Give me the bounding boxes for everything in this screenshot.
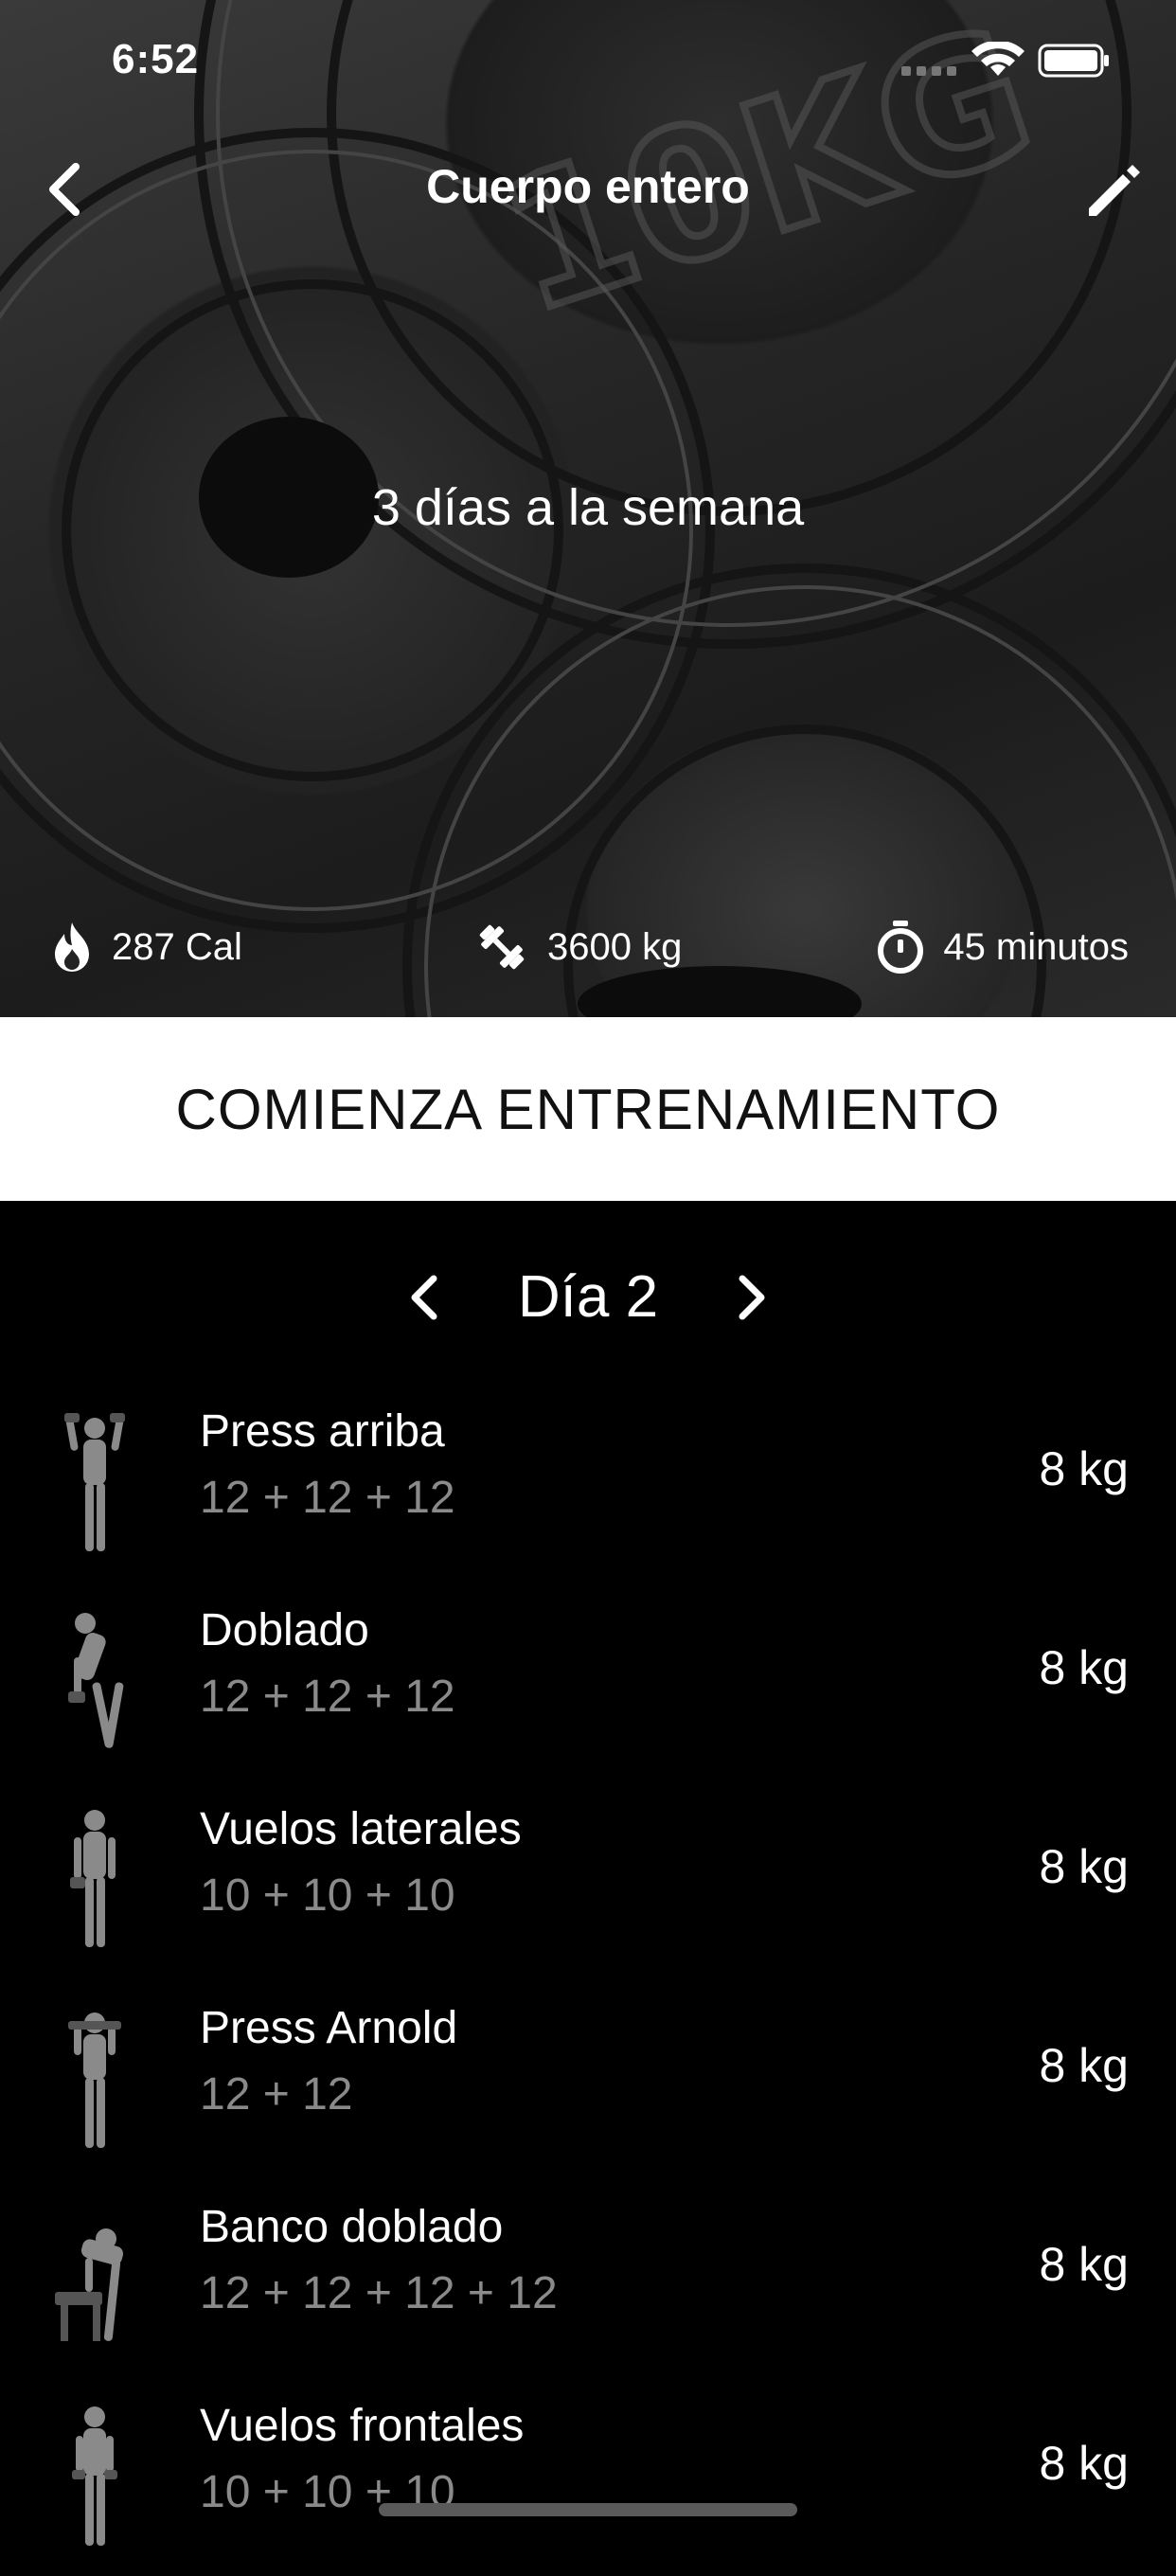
- exercise-name: Vuelos frontales: [200, 2401, 525, 2451]
- exercise-sets: 12 + 12: [200, 2069, 353, 2120]
- duration-value: 45 minutos: [943, 925, 1129, 968]
- hero-header: 10KG 6:52 Cuerpo entero 3 días a la sema…: [0, 0, 1176, 1017]
- calories-value: 287 Cal: [112, 925, 242, 968]
- exercise-sets: 12 + 12 + 12: [200, 1672, 455, 1722]
- status-bar: 6:52: [0, 0, 1176, 123]
- exercise-figure-icon: [72, 2406, 117, 2546]
- exercise-figure-icon: [55, 2228, 124, 2341]
- exercise-list: Press arriba 12 + 12 + 12 8 kg Doblado 1…: [0, 1383, 1176, 2576]
- next-day-button[interactable]: [723, 1261, 780, 1333]
- exercise-sets: 12 + 12 + 12: [200, 1473, 455, 1523]
- status-icons: [901, 40, 1110, 84]
- start-workout-button[interactable]: COMIENZA ENTRENAMIENTO: [0, 1017, 1176, 1201]
- total-weight-stat: 3600 kg: [473, 914, 682, 980]
- schedule-subtitle: 3 días a la semana: [371, 479, 805, 536]
- dumbbell-icon: [479, 924, 525, 970]
- exercise-sets: 10 + 10 + 10: [200, 1870, 455, 1921]
- list-item[interactable]: Banco doblado 12 + 12 + 12 + 12 8 kg: [0, 2178, 1176, 2377]
- exercise-weight: 8 kg: [1039, 1840, 1129, 1893]
- home-indicator[interactable]: [379, 2503, 797, 2516]
- day-selector: Día 2: [0, 1250, 1176, 1345]
- list-item[interactable]: Vuelos laterales 10 + 10 + 10 8 kg: [0, 1780, 1176, 1979]
- wifi-icon: [971, 40, 1025, 76]
- flame-icon: [55, 922, 89, 972]
- exercise-figure-icon: [68, 1613, 124, 1748]
- list-item[interactable]: Doblado 12 + 12 + 12 8 kg: [0, 1582, 1176, 1780]
- exercise-weight: 8 kg: [1039, 1641, 1129, 1694]
- stopwatch-icon: [878, 921, 924, 974]
- exercise-name: Banco doblado: [200, 2202, 504, 2252]
- current-day-label: Día 2: [517, 1264, 659, 1330]
- list-item[interactable]: Vuelos frontales 10 + 10 + 10 8 kg: [0, 2377, 1176, 2576]
- exercise-weight: 8 kg: [1039, 1442, 1129, 1495]
- duration-stat: 45 minutos: [875, 914, 1129, 980]
- pencil-icon: [1089, 165, 1140, 216]
- total-weight-value: 3600 kg: [547, 925, 683, 968]
- exercise-weight: 8 kg: [1039, 2238, 1129, 2291]
- exercise-name: Press arriba: [200, 1406, 445, 1457]
- exercise-name: Press Arnold: [200, 2003, 458, 2053]
- exercise-name: Doblado: [200, 1605, 369, 1655]
- exercise-figure-icon: [64, 1413, 125, 1551]
- exercise-sets: 12 + 12 + 12 + 12: [200, 2268, 558, 2318]
- battery-icon: [1038, 44, 1109, 78]
- exercise-name: Vuelos laterales: [200, 1804, 522, 1854]
- calories-stat: 287 Cal: [49, 914, 242, 980]
- list-item[interactable]: Press arriba 12 + 12 + 12 8 kg: [0, 1383, 1176, 1582]
- edit-button[interactable]: [1076, 152, 1151, 227]
- exercise-figure-icon: [70, 1810, 116, 1947]
- page-title: Cuerpo entero: [426, 160, 750, 213]
- exercise-weight: 8 kg: [1039, 2039, 1129, 2092]
- exercise-weight: 8 kg: [1039, 2437, 1129, 2490]
- chevron-right-icon: [739, 1275, 765, 1320]
- status-time: 6:52: [112, 36, 200, 82]
- exercise-figure-icon: [68, 2012, 121, 2148]
- cellular-signal-icon: [901, 66, 956, 76]
- list-item[interactable]: Press Arnold 12 + 12 8 kg: [0, 1979, 1176, 2178]
